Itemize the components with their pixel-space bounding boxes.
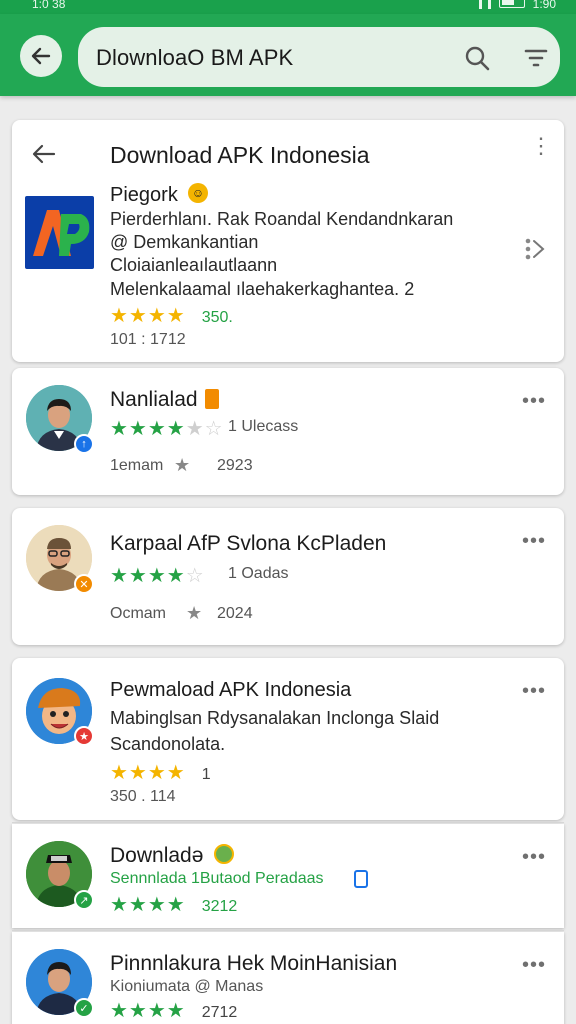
item-meta: Kioniumata @ Manas [110,978,264,995]
description-line-4: Melenkalaamal ılaehakerkaghantea. 2 [110,279,415,299]
divider [12,930,564,931]
lock-icon [354,870,368,888]
overflow-menu-icon[interactable]: ⋮ [530,135,552,157]
verified-badge-icon: ↑ [74,434,94,454]
status-bar: 1:0 38 1:90 [0,0,576,14]
list-item[interactable]: ↗ Downladə Sennnlada 1Butaod Peradaas ★★… [12,824,564,928]
more-options-icon[interactable]: ••• [522,846,546,869]
item-meta: 1 Ulecass [228,418,299,435]
rating-stars: ★★★★ 3212 [110,894,238,916]
rating-stars: ★★★★ 2712 [110,1000,238,1022]
filter-icon[interactable] [522,44,550,72]
rating-count: 1 [201,766,211,783]
description-line-1: Pierderhlanı. Rak Roandal Kendandnkaran [110,209,454,229]
list-item[interactable]: ✓ Pinnnlakura Hek MoinHanisian Kioniumat… [12,932,564,1024]
description-line-2: @ Demkankantian [110,232,259,252]
item-footer-right: 2024 [217,605,253,622]
more-options-icon[interactable]: ••• [522,530,546,553]
star-icon: ★ [174,455,191,475]
app-logo [25,196,94,269]
item-description-2: Scandonolata. [110,734,226,754]
badge-icon: ✓ [74,998,94,1018]
back-button[interactable] [20,35,62,77]
rating-count: 3212 [201,898,238,915]
list-item[interactable]: ↑ Nanlialad ★★★★★☆ 1 Ulecass 1emam ★ 292… [12,368,564,495]
globe-icon [214,844,234,864]
item-footer-left: Ocmam [110,605,166,622]
badge-icon: ✕ [74,574,94,594]
battery-icon [498,0,525,8]
divider [12,822,564,823]
search-input[interactable]: DlownloaO BM APK [96,45,293,71]
item-description: Mabinglsan Rdysanalakan Inclonga Slaid [110,708,440,728]
app-bar: DlownloaO BM APK [0,14,576,96]
item-meta: Sennnlada 1Butaod Peradaas [110,870,324,887]
more-options-icon[interactable]: ••• [522,680,546,703]
item-title: Pewmaload APK Indonesia [110,679,352,701]
rating-stars: ★★★★ 350. [110,305,233,327]
more-options-icon[interactable]: ••• [522,390,546,413]
search-icon[interactable] [463,44,491,72]
arrow-left-icon [31,47,51,65]
item-title: Pinnnlakura Hek MoinHanisian [110,952,398,975]
star-icon: ★ [186,603,203,623]
rating-count: 350. [201,309,233,326]
item-footer-right: 2923 [217,457,253,474]
rating-count: 2712 [201,1004,238,1021]
item-footer-left: 1emam [110,457,164,474]
back-arrow-icon[interactable] [30,142,58,166]
list-item[interactable]: ✕ Karpaal AfP Svlona KcPladen ★★★★☆ 1 Oa… [12,508,564,645]
emoji-icon: ☺ [188,183,208,203]
status-time-left: 1:0 38 [32,0,66,11]
description-line-3: Cloiaianleaılautlaann [110,255,278,275]
badge-icon: ★ [74,726,94,746]
meta-line: 101 : 1712 [110,331,186,348]
signal-icon [478,0,491,9]
rating-stars: ★★★★★☆ [110,418,224,440]
book-icon [205,389,219,409]
rating-stars: ★★★★☆ [110,565,205,587]
item-title: Karpaal AfP Svlona KcPladen [110,532,387,555]
list-item[interactable]: ★ Pewmaload APK Indonesia Mabinglsan Rdy… [12,658,564,820]
search-box[interactable]: DlownloaO BM APK [78,27,560,87]
item-title: Downladə [110,844,204,867]
item-footer: 350 . 114 [110,788,176,805]
section-title: Download APK Indonesia [110,142,370,168]
status-right: 1:90 [478,0,556,11]
status-time: 1:90 [532,0,556,11]
more-options-icon[interactable]: ••• [522,954,546,977]
item-meta: 1 Oadas [228,565,289,582]
rating-stars: ★★★★ 1 [110,762,211,784]
share-icon[interactable] [524,236,546,262]
item-title: Nanlialad [110,388,198,411]
app-name: Piegork [110,184,178,206]
featured-app-card[interactable]: Download APK Indonesia ⋮ Piegork ☺ Pierd… [12,120,564,362]
badge-icon: ↗ [74,890,94,910]
